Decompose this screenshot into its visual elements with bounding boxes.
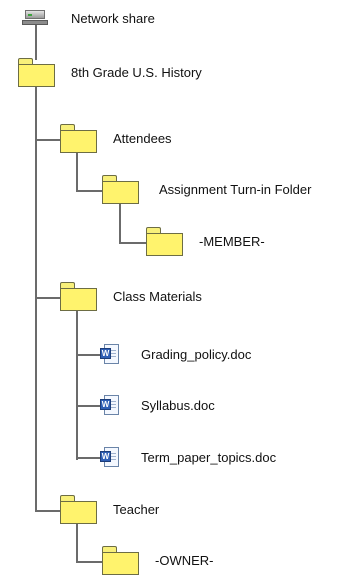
folder-icon (18, 58, 55, 87)
folder-icon (60, 124, 97, 153)
syllabus-doc-label: Syllabus.doc (141, 398, 215, 413)
word-document-icon: W (100, 395, 119, 416)
connector-to-member (119, 242, 146, 244)
connector-to-term-paper-doc (76, 457, 101, 459)
connector-turnin-trunk (119, 204, 121, 244)
connector-to-owner (76, 561, 102, 563)
tree-node-grading-policy-doc: W Grading_policy.doc (100, 344, 251, 365)
tree-node-8th-grade-history: 8th Grade U.S. History (18, 58, 202, 87)
network-share-label: Network share (71, 10, 155, 26)
tree-node-member: -MEMBER- (146, 227, 265, 256)
folder-icon (102, 546, 139, 575)
folder-icon (146, 227, 183, 256)
folder-icon (60, 495, 97, 524)
word-document-icon: W (100, 447, 119, 468)
connector-to-teacher (35, 510, 60, 512)
connector-materials-trunk (76, 310, 78, 460)
tree-node-syllabus-doc: W Syllabus.doc (100, 395, 215, 416)
connector-course-trunk (35, 86, 37, 512)
attendees-folder-label: Attendees (113, 131, 172, 146)
tree-node-term-paper-topics-doc: W Term_paper_topics.doc (100, 447, 276, 468)
connector-root-to-course (35, 24, 37, 60)
connector-to-class-materials (35, 297, 60, 299)
folder-icon (102, 175, 139, 204)
grading-policy-doc-label: Grading_policy.doc (141, 347, 252, 362)
connector-teacher-trunk (76, 523, 78, 563)
connector-attendees-trunk (76, 152, 78, 192)
connector-to-syllabus-doc (76, 405, 101, 407)
word-document-icon: W (100, 344, 119, 365)
tree-node-owner: -OWNER- (102, 546, 214, 575)
tree-node-attendees: Attendees (60, 124, 172, 153)
owner-folder-label: -OWNER- (155, 553, 214, 568)
connector-to-turnin (76, 190, 102, 192)
connector-to-attendees (35, 139, 60, 141)
network-share-icon (22, 10, 48, 26)
class-materials-folder-label: Class Materials (113, 289, 202, 304)
tree-node-assignment-turnin: Assignment Turn-in Folder (102, 175, 311, 204)
connector-to-grading-doc (76, 354, 101, 356)
course-folder-label: 8th Grade U.S. History (71, 65, 202, 80)
term-paper-topics-doc-label: Term_paper_topics.doc (141, 450, 277, 465)
teacher-folder-label: Teacher (113, 502, 160, 517)
folder-tree-diagram: Network share 8th Grade U.S. History Att… (0, 0, 364, 577)
turnin-folder-label: Assignment Turn-in Folder (159, 182, 312, 197)
tree-node-teacher: Teacher (60, 495, 159, 524)
member-folder-label: -MEMBER- (199, 234, 265, 249)
tree-node-class-materials: Class Materials (60, 282, 202, 311)
tree-node-network-share: Network share (22, 10, 155, 26)
folder-icon (60, 282, 97, 311)
